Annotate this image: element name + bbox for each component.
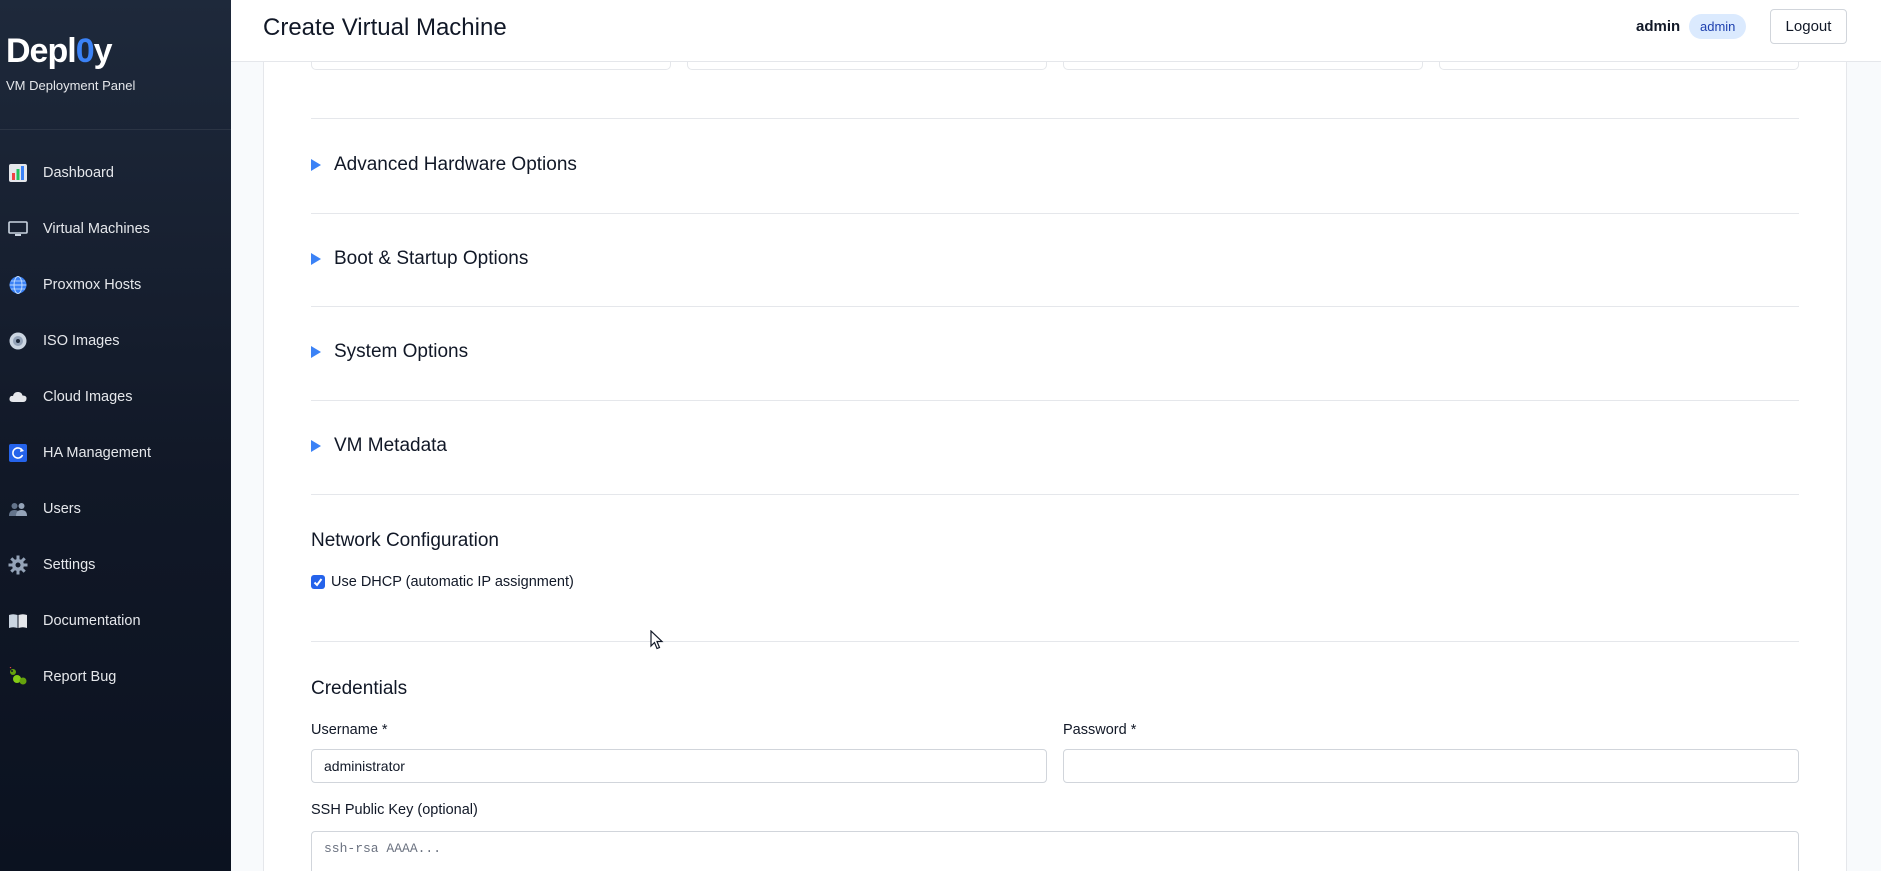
page-title: Create Virtual Machine <box>263 14 507 41</box>
section-title: Advanced Hardware Options <box>334 154 577 175</box>
sidebar-item-label: Documentation <box>43 613 141 629</box>
sidebar-item-label: Dashboard <box>43 165 114 181</box>
username-input[interactable] <box>311 749 1047 783</box>
expand-triangle-icon <box>311 253 321 265</box>
expand-triangle-icon <box>311 159 321 171</box>
users-icon <box>8 499 28 519</box>
monitor-icon <box>8 219 28 239</box>
sidebar-item-settings[interactable]: Settings <box>0 537 231 593</box>
globe-icon <box>8 275 28 295</box>
logo[interactable]: Depl0y <box>6 32 231 70</box>
advanced-hardware-toggle[interactable]: Advanced Hardware Options <box>311 154 577 176</box>
sidebar-item-label: ISO Images <box>43 333 120 349</box>
refresh-icon <box>8 443 28 463</box>
book-icon <box>8 611 28 631</box>
brand-subtitle: VM Deployment Panel <box>6 78 136 93</box>
role-badge: admin <box>1689 14 1747 39</box>
current-user: admin <box>1636 18 1681 35</box>
divider <box>311 118 1799 119</box>
sidebar-item-dashboard[interactable]: Dashboard <box>0 145 231 201</box>
gear-icon <box>8 555 28 575</box>
ssh-key-textarea[interactable] <box>311 831 1799 871</box>
divider <box>311 494 1799 495</box>
sidebar-item-label: Proxmox Hosts <box>43 277 142 293</box>
sidebar-item-label: Users <box>43 501 81 517</box>
sidebar-item-documentation[interactable]: Documentation <box>0 593 231 649</box>
password-label: Password * <box>1063 722 1137 738</box>
sidebar-item-label: Settings <box>43 557 96 573</box>
system-options-toggle[interactable]: System Options <box>311 341 468 363</box>
divider <box>311 213 1799 214</box>
sidebar-item-label: Cloud Images <box>43 389 133 405</box>
credentials-heading: Credentials <box>311 678 408 699</box>
brand: Depl0y VM Deployment Panel <box>0 0 231 130</box>
password-input[interactable] <box>1063 749 1799 783</box>
mouse-cursor-icon <box>650 630 664 650</box>
dhcp-checkbox[interactable] <box>311 575 325 589</box>
sidebar-nav: Dashboard Virtual Machines Proxmox Hosts… <box>0 130 231 705</box>
section-title: Boot & Startup Options <box>334 248 529 269</box>
sidebar-item-label: HA Management <box>43 445 152 461</box>
sidebar-item-iso-images[interactable]: ISO Images <box>0 313 231 369</box>
dhcp-label: Use DHCP (automatic IP assignment) <box>331 574 574 590</box>
sidebar-item-cloud-images[interactable]: Cloud Images <box>0 369 231 425</box>
bug-icon <box>8 667 28 687</box>
vm-metadata-toggle[interactable]: VM Metadata <box>311 435 447 457</box>
sidebar: Depl0y VM Deployment Panel Dashboard Vir… <box>0 0 231 871</box>
sidebar-item-label: Virtual Machines <box>43 221 150 237</box>
network-heading: Network Configuration <box>311 530 499 551</box>
section-title: VM Metadata <box>334 435 447 456</box>
sidebar-item-virtual-machines[interactable]: Virtual Machines <box>0 201 231 257</box>
boot-startup-toggle[interactable]: Boot & Startup Options <box>311 248 528 270</box>
disc-icon <box>8 331 28 351</box>
username-label: Username * <box>311 722 388 738</box>
cloud-icon <box>8 387 28 407</box>
bar-chart-icon <box>8 163 28 183</box>
sidebar-item-users[interactable]: Users <box>0 481 231 537</box>
sidebar-item-label: Report Bug <box>43 669 117 685</box>
section-title: System Options <box>334 341 469 362</box>
divider <box>311 641 1799 642</box>
logout-button[interactable]: Logout <box>1770 9 1847 44</box>
top-bar: Create Virtual Machine admin admin Logou… <box>231 0 1881 62</box>
sidebar-item-ha-management[interactable]: HA Management <box>0 425 231 481</box>
divider <box>311 400 1799 401</box>
ssh-key-label: SSH Public Key (optional) <box>311 802 478 818</box>
dhcp-option[interactable]: Use DHCP (automatic IP assignment) <box>311 574 574 590</box>
divider <box>311 306 1799 307</box>
expand-triangle-icon <box>311 440 321 452</box>
sidebar-item-proxmox-hosts[interactable]: Proxmox Hosts <box>0 257 231 313</box>
expand-triangle-icon <box>311 346 321 358</box>
sidebar-item-report-bug[interactable]: Report Bug <box>0 649 231 705</box>
form-card <box>263 0 1847 871</box>
